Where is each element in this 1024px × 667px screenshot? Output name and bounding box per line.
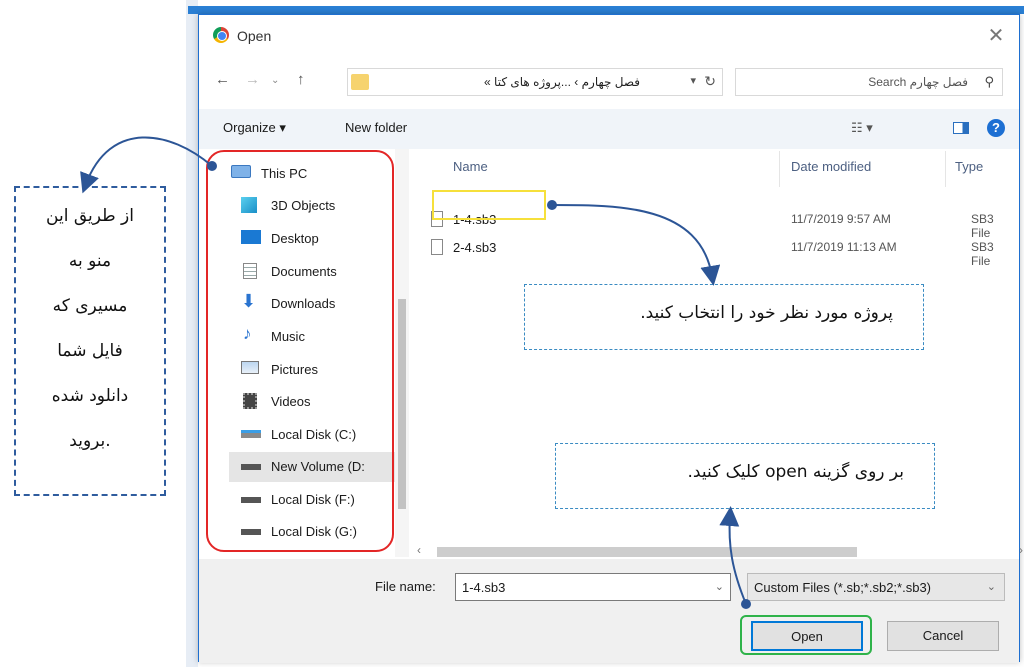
file-row[interactable]: 2-4.sb3 11/7/2019 11:13 AM SB3 File xyxy=(411,237,1011,268)
note-line: فایل شما xyxy=(57,341,123,361)
title-bar: Open ✕ xyxy=(199,15,1019,61)
address-bar[interactable]: فصل چهارم › ...پروژه های کتا » ▾ ↻ xyxy=(347,68,723,96)
up-icon[interactable]: ↑ xyxy=(297,71,305,88)
sidebar-highlight xyxy=(206,150,394,552)
column-header-date[interactable]: Date modified xyxy=(791,159,871,174)
file-name: 2-4.sb3 xyxy=(453,240,497,255)
horizontal-scrollbar[interactable]: ‹ › xyxy=(411,543,1023,559)
click-open-note: بر روی گزینه open کلیک کنید. xyxy=(555,443,935,509)
scroll-left-icon[interactable]: ‹ xyxy=(417,543,421,557)
chevron-down-icon[interactable]: ⌄ xyxy=(987,580,996,593)
file-name-input[interactable]: 1-4.sb3 ⌄ xyxy=(455,573,731,601)
back-icon[interactable]: ← xyxy=(215,71,230,88)
breadcrumb[interactable]: فصل چهارم › ...پروژه های کتا » xyxy=(430,75,640,89)
select-file-note: پروژه مورد نظر خود را انتخاب کنید. xyxy=(524,284,924,350)
column-header-type[interactable]: Type xyxy=(955,159,983,174)
file-name-value: 1-4.sb3 xyxy=(462,580,506,595)
scrollbar-thumb[interactable] xyxy=(437,547,857,557)
toolbar: Organize ▾ New folder ☷ ▾ ? xyxy=(199,109,1019,149)
forward-icon[interactable]: → xyxy=(245,71,260,88)
column-separator xyxy=(945,151,946,187)
address-dropdown-icon[interactable]: ▾ xyxy=(690,74,696,87)
folder-icon xyxy=(351,74,369,90)
file-date: 11/7/2019 11:13 AM xyxy=(791,240,897,254)
file-type-filter[interactable]: Custom Files (*.sb;*.sb2;*.sb3) ⌄ xyxy=(747,573,1005,601)
recent-dropdown-icon[interactable]: ⌄ xyxy=(271,75,279,86)
column-separator xyxy=(779,151,780,187)
search-placeholder: Search فصل چهارم xyxy=(868,75,968,89)
chrome-icon xyxy=(213,27,229,43)
dialog-title: Open xyxy=(237,28,272,44)
column-header-name[interactable]: Name xyxy=(453,159,488,174)
help-icon[interactable]: ? xyxy=(987,119,1005,137)
filter-value: Custom Files (*.sb;*.sb2;*.sb3) xyxy=(754,580,932,595)
note-text: پروژه مورد نظر خود را انتخاب کنید. xyxy=(640,303,893,323)
file-name-label: File name: xyxy=(375,579,436,594)
file-type: SB3 File xyxy=(971,240,994,268)
file-date: 11/7/2019 9:57 AM xyxy=(791,212,891,226)
window-top-accent xyxy=(188,6,1024,14)
navigation-bar: ← → ⌄ ↑ فصل چهارم › ...پروژه های کتا » ▾… xyxy=(199,65,1019,99)
left-instruction-note: از طریق این منو به مسیری که فایل شما دان… xyxy=(14,186,166,496)
preview-pane-icon[interactable] xyxy=(953,122,969,134)
search-icon: ⚲ xyxy=(984,74,994,89)
note-line: منو به xyxy=(68,251,112,271)
search-box[interactable]: Search فصل چهارم ⚲ xyxy=(735,68,1003,96)
note-line: مسیری که xyxy=(52,296,128,316)
navigation-scrollbar[interactable] xyxy=(395,149,409,557)
screenshot: Open ✕ ← → ⌄ ↑ فصل چهارم › ...پروژه های … xyxy=(0,0,1024,667)
note-text: بر روی گزینه open کلیک کنید. xyxy=(687,462,905,482)
scrollbar-thumb[interactable] xyxy=(398,299,406,509)
view-options-icon[interactable]: ☷ ▾ xyxy=(851,120,873,136)
file-type: SB3 File xyxy=(971,212,994,240)
file-icon xyxy=(431,239,443,255)
chevron-down-icon[interactable]: ⌄ xyxy=(715,580,724,593)
refresh-icon[interactable]: ↻ xyxy=(704,73,716,90)
new-folder-button[interactable]: New folder xyxy=(345,120,407,135)
file-highlight xyxy=(432,190,546,220)
dialog-footer: File name: 1-4.sb3 ⌄ Custom Files (*.sb;… xyxy=(199,559,1019,663)
background-strip xyxy=(186,0,198,667)
organize-button[interactable]: Organize ▾ xyxy=(223,120,286,136)
open-button-highlight xyxy=(740,615,872,655)
note-line: از طریق این xyxy=(46,206,134,226)
note-line: بروید. xyxy=(69,431,111,451)
scroll-right-icon[interactable]: › xyxy=(1019,543,1023,557)
close-icon[interactable]: ✕ xyxy=(983,23,1009,49)
note-line: دانلود شده xyxy=(51,386,129,406)
cancel-button[interactable]: Cancel xyxy=(887,621,999,651)
